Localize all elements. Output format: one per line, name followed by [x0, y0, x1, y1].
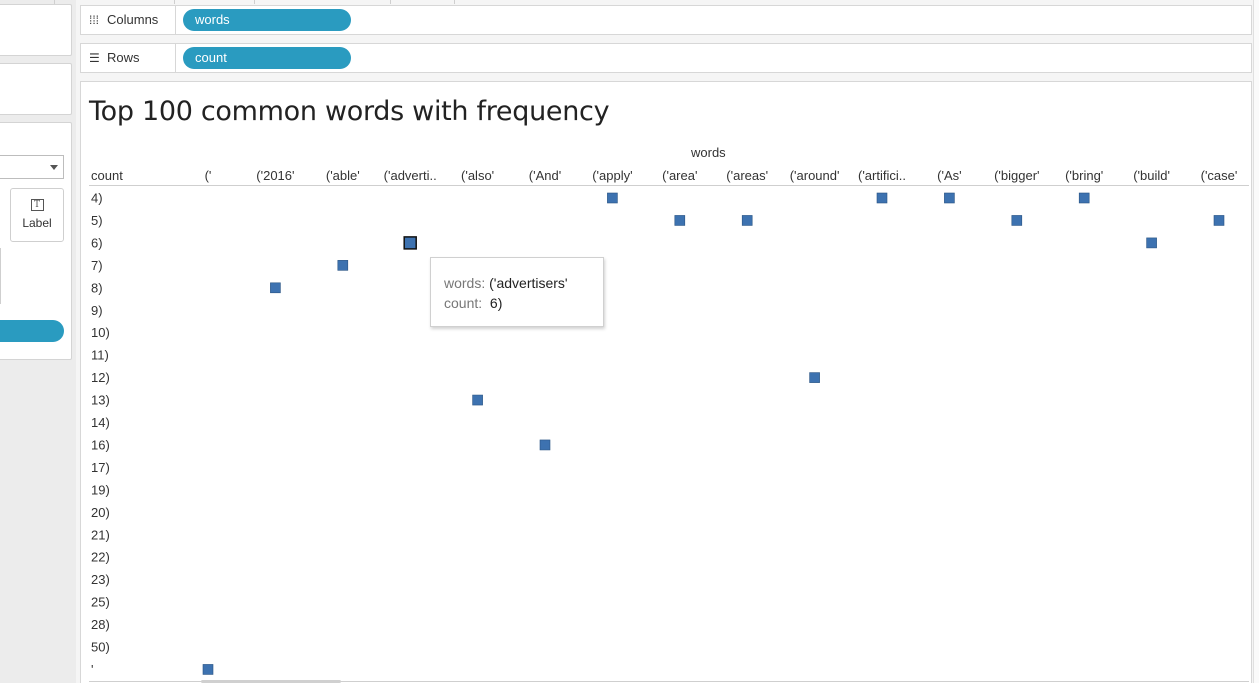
data-point[interactable] [607, 192, 618, 204]
tooltip-count-value: 6) [489, 295, 503, 311]
rows-label-text: Rows [107, 50, 140, 65]
y-tick-label: 14) [91, 415, 110, 430]
tooltip-words-key: words: [444, 275, 486, 291]
y-tick-label: 6) [91, 235, 103, 250]
rows-shelf[interactable]: ☰ Rows count [80, 43, 1252, 73]
data-point[interactable] [403, 236, 417, 250]
tooltip-words-value: ('advertisers' [489, 275, 568, 291]
y-tick-label: 16) [91, 437, 110, 452]
x-tick-label: ('also' [461, 168, 494, 183]
columns-shelf-label: ⁞⁞⁞ Columns [81, 6, 176, 34]
rows-shelf-label: ☰ Rows [81, 44, 176, 72]
x-tick-label: ('areas' [726, 168, 768, 183]
data-point[interactable] [539, 439, 551, 451]
words-pill[interactable]: words [183, 9, 351, 31]
y-tick-label: 12) [91, 370, 110, 385]
y-tick-label: 9) [91, 303, 103, 318]
x-tick-label: ('bring' [1065, 168, 1103, 183]
mark-type-dropdown[interactable] [0, 155, 64, 179]
filters-card [0, 63, 72, 115]
x-tick-label: ('around' [790, 168, 840, 183]
divider [0, 248, 1, 304]
x-tick-label: ('able' [326, 168, 360, 183]
y-tick-label: 8) [91, 280, 103, 295]
y-tick-label: 4) [91, 191, 103, 206]
x-tick-label: ('As' [937, 168, 961, 183]
data-point[interactable] [472, 394, 483, 406]
label-button[interactable]: T Label [10, 188, 64, 242]
count-pill[interactable]: count [183, 47, 351, 69]
x-tick-label: ('artifici.. [858, 168, 906, 183]
x-tick-label: ('area' [662, 168, 697, 183]
data-point[interactable] [1213, 215, 1225, 226]
data-point[interactable] [1078, 192, 1090, 204]
scatter-plot[interactable]: (' ('2016' ('able' ('adverti.. ('also' ('And'… [81, 82, 1253, 683]
text-label-icon: T [30, 199, 44, 211]
data-point[interactable] [741, 215, 753, 226]
data-point[interactable] [1146, 237, 1157, 249]
y-tick-label: 17) [91, 460, 110, 475]
y-tick-label: 13) [91, 393, 110, 408]
data-point[interactable] [809, 372, 820, 383]
y-tick-label: 5) [91, 213, 103, 228]
chevron-down-icon [50, 165, 58, 170]
label-button-text: Label [22, 216, 52, 230]
tooltip: words: ('advertisers' count: 6) [430, 257, 604, 327]
x-tick-label: ('2016' [256, 168, 294, 183]
pages-card [0, 4, 72, 56]
y-tick-label: 22) [91, 550, 110, 565]
toolbar-edge [54, 0, 474, 4]
tooltip-count-row: count: 6) [444, 293, 603, 313]
x-tick-label: ('apply' [592, 168, 632, 183]
data-point[interactable] [337, 260, 349, 271]
x-tick-label: ('And' [529, 168, 561, 183]
y-tick-label: 21) [91, 527, 110, 542]
x-tick-label: (' [205, 168, 212, 183]
x-tick-label: ('case' [1201, 168, 1238, 183]
y-tick-label: 11) [91, 348, 109, 363]
columns-label-text: Columns [107, 12, 159, 27]
tooltip-count-key: count: [444, 295, 483, 311]
data-point[interactable] [944, 192, 955, 204]
y-tick-label: ' [91, 662, 93, 677]
right-edge [1253, 0, 1259, 683]
x-tick-label: ('build' [1133, 168, 1170, 183]
data-point[interactable] [876, 192, 888, 204]
y-tick-label: 10) [91, 325, 110, 340]
y-tick-label: 50) [91, 640, 110, 655]
data-point[interactable] [270, 282, 281, 294]
x-tick-label: ('bigger' [994, 168, 1039, 183]
columns-shelf[interactable]: ⁞⁞⁞ Columns words [80, 5, 1252, 35]
y-tick-label: 28) [91, 617, 110, 632]
y-tick-label: 20) [91, 505, 110, 520]
rows-icon: ☰ [89, 51, 100, 65]
data-point[interactable] [674, 215, 686, 226]
marks-field-pill[interactable] [0, 320, 64, 342]
y-tick-label: 23) [91, 572, 110, 587]
y-tick-label: 7) [91, 258, 103, 273]
data-point[interactable] [202, 664, 214, 675]
data-point[interactable] [1011, 215, 1023, 226]
chart-view[interactable]: Top 100 common words with frequency word… [80, 81, 1252, 683]
x-tick-label: ('adverti.. [384, 168, 437, 183]
y-tick-label: 25) [91, 595, 110, 610]
tooltip-words-row: words: ('advertisers' [444, 273, 603, 293]
y-tick-label: 19) [91, 482, 110, 497]
columns-icon: ⁞⁞⁞ [89, 13, 100, 27]
